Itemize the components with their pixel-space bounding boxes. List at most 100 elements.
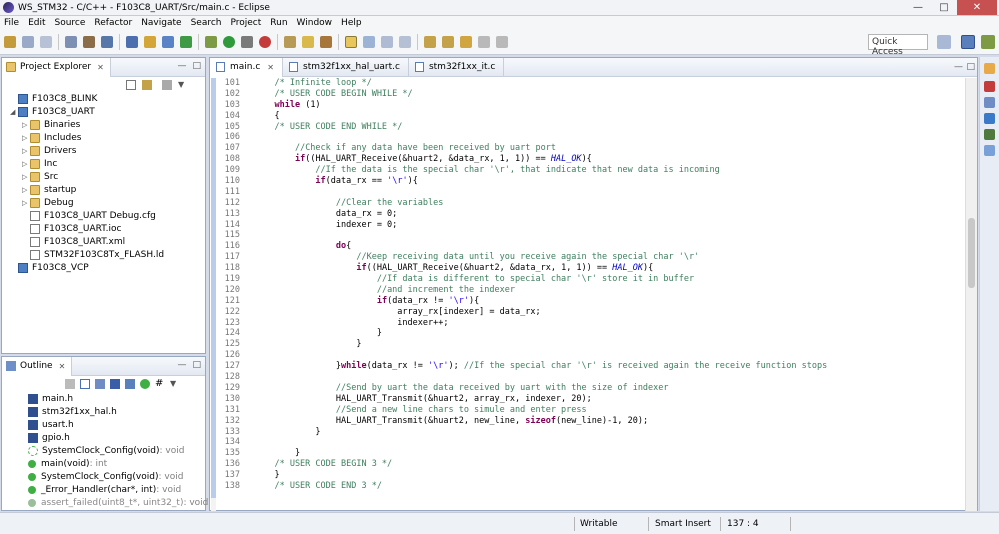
hide-macros-icon[interactable]: #	[155, 379, 165, 389]
chevron-right-icon[interactable]: ▷	[22, 173, 30, 181]
prev-annotation-icon[interactable]	[442, 36, 454, 48]
next-annotation-icon[interactable]	[424, 36, 436, 48]
code-line[interactable]: 130 HAL_UART_Transmit(&huart2, array_rx,…	[220, 394, 827, 405]
build-config-icon[interactable]	[65, 36, 77, 48]
last-edit-icon[interactable]	[460, 36, 472, 48]
menu-refactor[interactable]: Refactor	[94, 18, 132, 28]
tree-item[interactable]: F103C8_BLINK	[10, 92, 97, 105]
code-line[interactable]: 115	[220, 230, 827, 241]
editor-tab-hal-uart[interactable]: stm32f1xx_hal_uart.c	[283, 57, 409, 77]
show-whitespace-icon[interactable]	[381, 36, 393, 48]
collapse-all-icon[interactable]	[80, 379, 90, 389]
close-icon[interactable]: ✕	[267, 63, 274, 72]
code-line[interactable]: 102 /* USER CODE BEGIN WHILE */	[220, 89, 827, 100]
tree-item[interactable]: ▷ Includes	[22, 131, 81, 144]
menu-project[interactable]: Project	[230, 18, 261, 28]
stop-icon[interactable]	[259, 36, 271, 48]
editor-tab-it[interactable]: stm32f1xx_it.c	[409, 57, 505, 77]
outline-item[interactable]: stm32f1xx_hal.h	[28, 405, 117, 418]
code-line[interactable]: 110 if(data_rx == '\r'){	[220, 176, 827, 187]
build-icon[interactable]	[83, 36, 95, 48]
refresh-icon[interactable]	[180, 36, 192, 48]
minimize-editor-icon[interactable]: —	[954, 62, 963, 72]
menu-source[interactable]: Source	[55, 18, 86, 28]
chevron-right-icon[interactable]: ▷	[22, 160, 30, 168]
hide-nonpublic-icon[interactable]	[125, 379, 135, 389]
call-hierarchy-icon[interactable]	[984, 145, 995, 156]
run-config-icon[interactable]	[241, 36, 253, 48]
editor-tab-main-c[interactable]: main.c ✕	[210, 57, 283, 77]
code-line[interactable]: 129 //Send by uart the data received by …	[220, 383, 827, 394]
open-folder-icon[interactable]	[144, 36, 156, 48]
project-explorer-tab[interactable]: Project Explorer ✕	[2, 57, 111, 77]
chevron-down-icon[interactable]: ▼	[178, 80, 184, 90]
hide-functions-icon[interactable]	[140, 379, 150, 389]
open-type-icon[interactable]	[284, 36, 296, 48]
filter-icon[interactable]	[162, 80, 172, 90]
toggle-block-icon[interactable]	[363, 36, 375, 48]
minimize-view-icon[interactable]: —	[177, 360, 186, 370]
back-icon[interactable]	[478, 36, 490, 48]
code-line[interactable]: 121 if(data_rx != '\r'){	[220, 296, 827, 307]
tasks-icon[interactable]	[984, 97, 995, 108]
outline-item[interactable]: usart.h	[28, 418, 74, 431]
save-all-icon[interactable]	[40, 36, 52, 48]
menu-edit[interactable]: Edit	[28, 18, 45, 28]
outline-item[interactable]: SystemClock_Config(void) : void	[28, 444, 184, 457]
new-icon[interactable]	[4, 36, 16, 48]
code-line[interactable]: 119 //If data is different to special ch…	[220, 274, 827, 285]
outline-item[interactable]: main.h	[28, 392, 73, 405]
menu-navigate[interactable]: Navigate	[141, 18, 181, 28]
menu-search[interactable]: Search	[191, 18, 222, 28]
debug-config-icon[interactable]	[101, 36, 113, 48]
link-editor-icon[interactable]	[142, 80, 152, 90]
code-area[interactable]: 101 /* Infinite loop */102 /* USER CODE …	[220, 78, 828, 492]
open-perspective-icon[interactable]	[937, 35, 951, 49]
minimize-button[interactable]: —	[905, 0, 931, 15]
code-line[interactable]: 101 /* Infinite loop */	[220, 78, 827, 89]
tree-item[interactable]: ▷ Debug	[22, 196, 74, 209]
tree-item[interactable]: STM32F103C8Tx_FLASH.ld	[22, 248, 164, 261]
properties-icon[interactable]	[984, 129, 995, 140]
sort-icon[interactable]	[65, 379, 75, 389]
scrollbar-thumb[interactable]	[968, 218, 975, 288]
code-line[interactable]: 128	[220, 372, 827, 383]
outline-tab[interactable]: Outline ✕	[2, 356, 73, 376]
run-icon[interactable]	[223, 36, 235, 48]
tree-item[interactable]: F103C8_UART.ioc	[22, 222, 121, 235]
code-line[interactable]: 132 HAL_UART_Transmit(&huart2, new_line,…	[220, 416, 827, 427]
chevron-right-icon[interactable]: ▷	[22, 134, 30, 142]
code-line[interactable]: 138 /* USER CODE END 3 */	[220, 481, 827, 492]
tree-item[interactable]: F103C8_VCP	[10, 261, 89, 274]
forward-icon[interactable]	[496, 36, 508, 48]
new-project-icon[interactable]	[126, 36, 138, 48]
code-line[interactable]: 108 if((HAL_UART_Receive(&huart2, &data_…	[220, 154, 827, 165]
maximize-view-icon[interactable]: □	[192, 360, 201, 370]
code-line[interactable]: 111	[220, 187, 827, 198]
code-line[interactable]: 104 {	[220, 111, 827, 122]
outline-item[interactable]: main(void) : int	[28, 457, 107, 470]
close-icon[interactable]: ✕	[97, 63, 104, 72]
maximize-editor-icon[interactable]: □	[966, 62, 975, 72]
restore-icon[interactable]	[984, 63, 995, 74]
tree-item[interactable]: ▷ Drivers	[22, 144, 76, 157]
code-line[interactable]: 126	[220, 350, 827, 361]
chevron-down-icon[interactable]: ▼	[170, 379, 176, 389]
debug-perspective-icon[interactable]	[981, 35, 995, 49]
code-line[interactable]: 123 indexer++;	[220, 318, 827, 329]
quick-access-input[interactable]: Quick Access	[868, 34, 928, 57]
chevron-down-icon[interactable]: ◢	[10, 108, 18, 116]
tree-item[interactable]: ▷ Src	[22, 170, 58, 183]
status-insert-mode[interactable]: Smart Insert	[655, 517, 711, 531]
menu-run[interactable]: Run	[270, 18, 287, 28]
maximize-view-icon[interactable]: □	[192, 61, 201, 71]
code-line[interactable]: 137 }	[220, 470, 827, 481]
maximize-button[interactable]: □	[931, 0, 957, 15]
code-line[interactable]: 131 //Send a new line chars to simule an…	[220, 405, 827, 416]
problems-icon[interactable]	[984, 81, 995, 92]
code-line[interactable]: 117 //Keep receiving data until you rece…	[220, 252, 827, 263]
console-icon[interactable]	[984, 113, 995, 124]
code-line[interactable]: 116 do{	[220, 241, 827, 252]
code-line[interactable]: 112 //Clear the variables	[220, 198, 827, 209]
close-icon[interactable]: ✕	[59, 362, 66, 371]
